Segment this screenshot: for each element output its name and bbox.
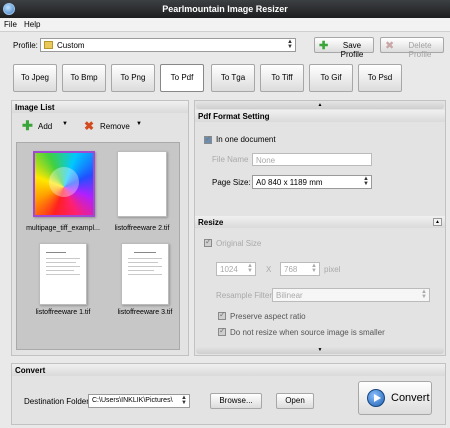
- resample-filter-value: Bilinear: [276, 291, 303, 300]
- menu-file[interactable]: File: [4, 20, 17, 29]
- tab-tga[interactable]: To Tga: [211, 64, 255, 92]
- thumbnail-caption: multipage_tiff_exampl...: [26, 225, 100, 232]
- thumbnail-caption: listoffreeware 3.tif: [117, 309, 173, 316]
- convert-play-icon: [367, 389, 385, 407]
- collapse-up-handle[interactable]: ▲: [196, 102, 444, 109]
- height-value: 768: [284, 265, 298, 274]
- remove-label: Remove: [100, 122, 130, 131]
- width-value: 1024: [220, 265, 238, 274]
- original-size-label: Original Size: [216, 239, 262, 248]
- select-arrows-icon: ▲ ▼: [181, 395, 187, 406]
- tab-bmp[interactable]: To Bmp: [62, 64, 106, 92]
- collapse-resize-icon[interactable]: ▲: [433, 218, 442, 226]
- select-arrows-icon: ▲ ▼: [287, 39, 293, 50]
- pdf-settings-title: Pdf Format Setting: [195, 110, 445, 122]
- tab-jpeg[interactable]: To Jpeg: [13, 64, 57, 92]
- one-document-label: In one document: [216, 135, 276, 144]
- page-size-select[interactable]: A0 840 x 1189 mm ▲ ▼: [252, 175, 372, 189]
- page-size-label: Page Size:: [212, 178, 251, 187]
- menu-help[interactable]: Help: [24, 20, 40, 29]
- delete-profile-label: Delete Profile: [408, 41, 432, 59]
- save-profile-label: Save Profile: [340, 41, 364, 59]
- one-document-checkbox[interactable]: [204, 134, 212, 144]
- dimension-separator: X: [266, 265, 272, 274]
- image-thumbnail[interactable]: [121, 243, 169, 305]
- image-thumbnail[interactable]: [33, 151, 95, 217]
- thumbnail-caption: listoffreeware 1.tif: [35, 309, 91, 316]
- remove-button[interactable]: ✖ Remove ▼: [84, 119, 144, 134]
- file-name-value: None: [256, 156, 276, 165]
- resample-filter-label: Resample Filter: [216, 291, 273, 300]
- tab-png[interactable]: To Png: [111, 64, 155, 92]
- tab-psd[interactable]: To Psd: [358, 64, 402, 92]
- profile-label: Profile:: [13, 41, 38, 50]
- delete-profile-button[interactable]: ✖ Delete Profile: [380, 37, 444, 59]
- image-list-title: Image List: [12, 101, 188, 113]
- image-thumbnail[interactable]: [117, 151, 167, 217]
- folder-icon: [44, 41, 53, 49]
- tab-pdf[interactable]: To Pdf: [160, 64, 204, 92]
- tab-tiff[interactable]: To Tiff: [260, 64, 304, 92]
- dropdown-arrow-icon: ▼: [62, 121, 68, 127]
- aspect-ratio-label: Preserve aspect ratio: [230, 312, 306, 321]
- aspect-ratio-checkbox[interactable]: [218, 310, 226, 320]
- spinner-icon: ▲ ▼: [311, 263, 317, 274]
- select-arrows-icon: ▲ ▼: [363, 176, 369, 187]
- file-name-input[interactable]: None: [252, 153, 372, 166]
- add-label: Add: [38, 122, 53, 131]
- dropdown-arrow-icon: ▼: [136, 121, 142, 127]
- collapse-down-handle[interactable]: ▼: [196, 347, 444, 354]
- select-arrows-icon: ▲ ▼: [421, 289, 427, 300]
- original-size-checkbox[interactable]: [204, 237, 212, 247]
- width-input[interactable]: 1024 ▲ ▼: [216, 262, 256, 276]
- menu-bar: File Help: [0, 18, 450, 32]
- resize-title: Resize: [195, 216, 445, 228]
- profile-select[interactable]: Custom ▲ ▼: [40, 38, 296, 52]
- window-title: Pearlmountain Image Resizer: [162, 4, 288, 14]
- image-thumbnail[interactable]: [39, 243, 87, 305]
- thumbnail-caption: listoffreeware 2.tif: [114, 225, 170, 232]
- convert-label: Convert: [391, 392, 430, 404]
- browse-button[interactable]: Browse...: [210, 393, 262, 409]
- plus-icon: ✚: [319, 40, 329, 52]
- page-size-value: A0 840 x 1189 mm: [256, 178, 323, 187]
- play-icon: [49, 167, 79, 197]
- title-bar: Pearlmountain Image Resizer: [0, 0, 450, 18]
- destination-folder-value: C:\Users\INKLIK\Pictures\: [92, 397, 173, 404]
- open-button[interactable]: Open: [276, 393, 314, 409]
- convert-title: Convert: [12, 364, 445, 376]
- height-input[interactable]: 768 ▲ ▼: [280, 262, 320, 276]
- destination-folder-select[interactable]: C:\Users\INKLIK\Pictures\ ▲ ▼: [88, 394, 190, 408]
- profile-value: Custom: [57, 41, 85, 50]
- remove-x-icon: ✖: [84, 119, 95, 133]
- thumbnail-area[interactable]: multipage_tiff_exampl... listoffreeware …: [16, 142, 180, 350]
- no-resize-label: Do not resize when source image is small…: [230, 328, 385, 337]
- add-button[interactable]: ✚ Add ▼: [22, 118, 72, 134]
- convert-button[interactable]: Convert: [358, 381, 432, 415]
- no-resize-checkbox[interactable]: [218, 326, 226, 336]
- unit-label: pixel: [324, 265, 341, 274]
- resample-filter-select[interactable]: Bilinear ▲ ▼: [272, 288, 430, 302]
- plus-icon: ✚: [22, 118, 33, 133]
- save-profile-button[interactable]: ✚ Save Profile: [314, 37, 374, 59]
- file-name-label: File Name: [212, 155, 249, 164]
- tab-gif[interactable]: To Gif: [309, 64, 353, 92]
- x-icon: ✖: [385, 40, 395, 52]
- destination-folder-label: Destination Folder:: [24, 397, 92, 406]
- spinner-icon: ▲ ▼: [247, 263, 253, 274]
